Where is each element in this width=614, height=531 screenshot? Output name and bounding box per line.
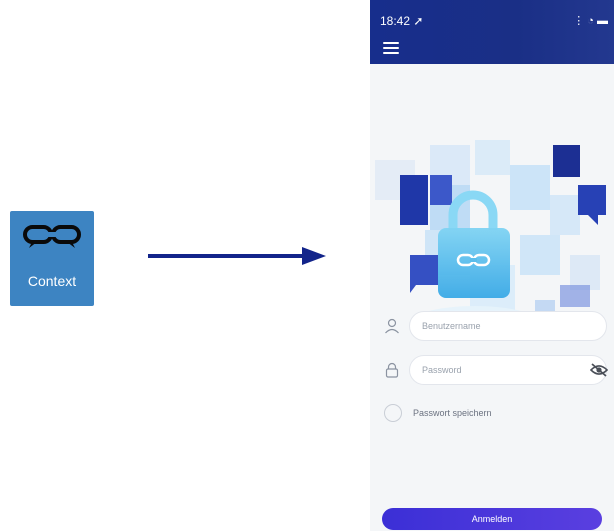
lock-icon [385, 362, 399, 378]
login-button[interactable]: Anmelden [382, 508, 602, 530]
remember-password-label: Passwort speichern [413, 408, 492, 418]
hamburger-menu-button[interactable] [383, 42, 399, 54]
user-icon [385, 318, 399, 334]
username-input[interactable] [409, 311, 607, 341]
status-icons: ⋮ ◔ ▬ [573, 15, 608, 27]
password-row [384, 355, 614, 385]
phone-login-screen: 18:42 ➚ ⋮ ◔ ▬ Benutzername Passwort spei… [370, 0, 614, 531]
chain-link-icon [23, 225, 81, 248]
location-icon: ➚ [413, 14, 424, 28]
status-time: 18:42 ➚ [380, 14, 424, 28]
username-row [384, 311, 614, 341]
password-input[interactable] [409, 355, 607, 385]
context-app-icon[interactable]: Context [10, 211, 94, 306]
right-arrow-icon [148, 247, 326, 265]
app-icon-label: Context [27, 273, 77, 289]
remember-password-checkbox[interactable] [384, 404, 402, 422]
app-header: 18:42 ➚ ⋮ ◔ ▬ [370, 0, 614, 64]
eye-slash-icon[interactable] [590, 362, 608, 378]
